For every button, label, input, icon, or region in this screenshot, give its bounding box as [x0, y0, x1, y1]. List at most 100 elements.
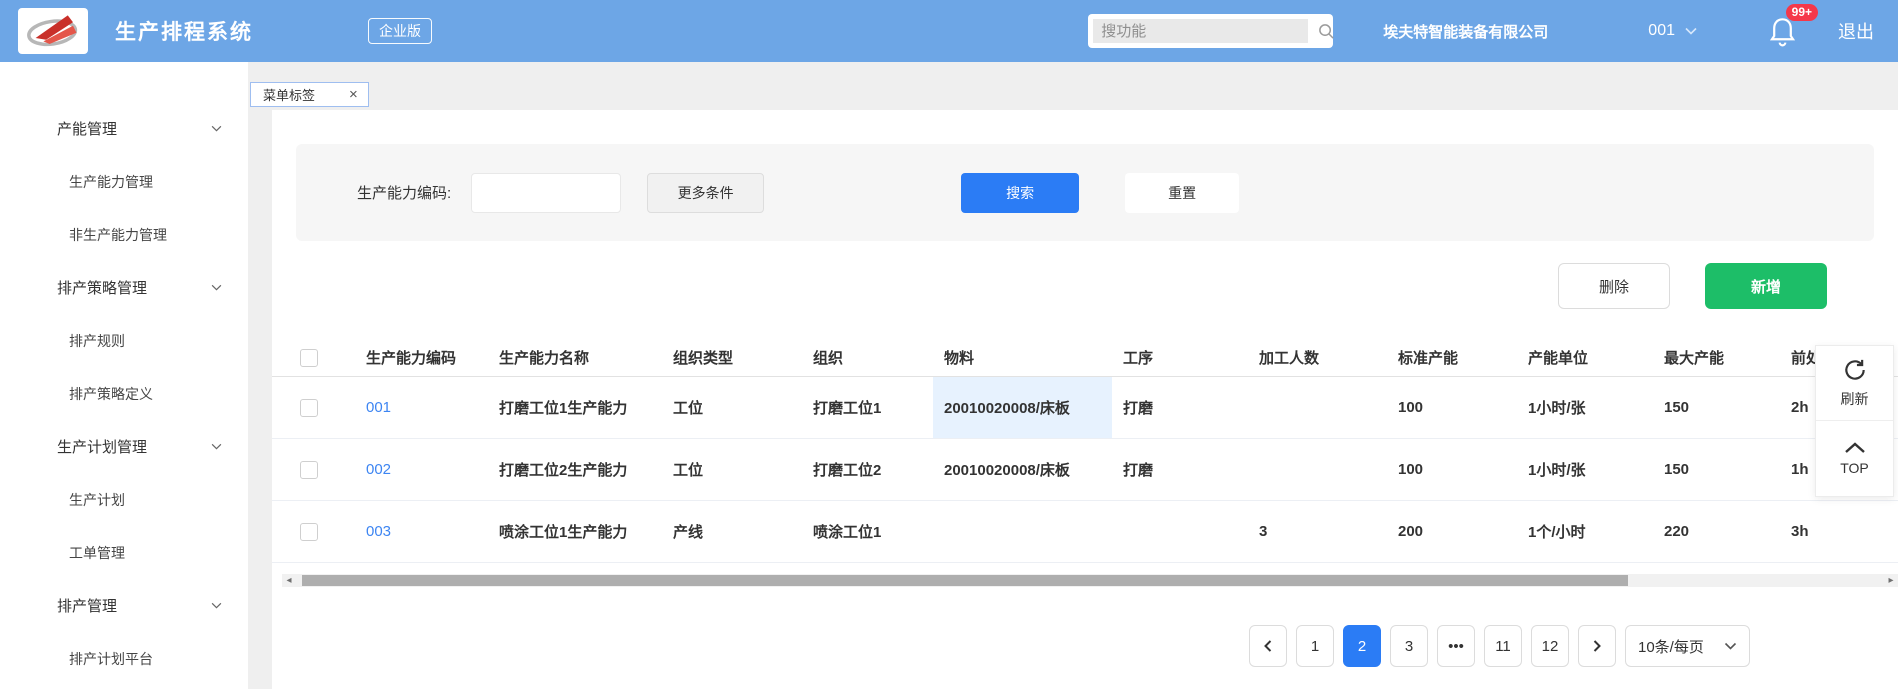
sidebar-item-scheduling-rules[interactable]: 排产规则	[0, 314, 248, 367]
scroll-right-icon[interactable]: ▸	[1884, 574, 1898, 587]
pagination: 1 2 3 ••• 11 12 10条/每页	[272, 625, 1898, 667]
org-switcher[interactable]: 001	[1648, 22, 1697, 40]
sidebar-item-label: 生产能力管理	[69, 172, 153, 192]
chevron-down-icon	[1685, 27, 1697, 35]
chevron-left-icon	[1262, 639, 1274, 653]
refresh-button[interactable]: 刷新	[1816, 346, 1893, 421]
col-max-capacity: 最大产能	[1653, 339, 1780, 377]
sidebar-item-work-order[interactable]: 工单管理	[0, 526, 248, 579]
sidebar-item-label: 排产策略定义	[69, 384, 153, 404]
cell-capacity-unit: 1小时/张	[1517, 439, 1653, 501]
table-row: 001 打磨工位1生产能力 工位 打磨工位1 20010020008/床板 打磨…	[272, 377, 1898, 439]
sidebar-item-production-capacity[interactable]: 生产能力管理	[0, 155, 248, 208]
col-capacity-name: 生产能力名称	[488, 339, 662, 377]
page-size-select[interactable]: 10条/每页	[1625, 625, 1750, 667]
page-ellipsis-button[interactable]: •••	[1437, 625, 1475, 667]
function-search-input[interactable]	[1093, 19, 1308, 43]
col-material: 物料	[933, 339, 1112, 377]
sidebar-group-label: 排产管理	[57, 595, 117, 616]
tab-bar: 菜单标签 ×	[248, 62, 1898, 110]
tab-label: 菜单标签	[263, 85, 315, 104]
page-button-12[interactable]: 12	[1531, 625, 1569, 667]
horizontal-scrollbar[interactable]: ◂ ▸	[282, 574, 1898, 587]
edition-badge: 企业版	[368, 18, 432, 44]
chevron-down-icon	[1724, 642, 1737, 650]
capacity-code-input[interactable]	[471, 173, 621, 213]
cell-org-type: 产线	[662, 501, 802, 563]
sidebar-group-label: 生产计划管理	[57, 436, 147, 457]
capacity-code-link[interactable]: 001	[366, 399, 391, 416]
page-size-value: 10条/每页	[1638, 636, 1704, 657]
app-window: 生产排程系统 企业版 埃夫特智能装备有限公司 001	[0, 0, 1898, 689]
chevron-down-icon	[211, 602, 222, 609]
col-standard-capacity: 标准产能	[1387, 339, 1517, 377]
table-row: 003 喷涂工位1生产能力 产线 喷涂工位1 3 200 1个/小时 220 3…	[272, 501, 1898, 563]
col-capacity-code: 生产能力编码	[355, 339, 488, 377]
sidebar-item-label: 排产规则	[69, 331, 125, 351]
sidebar-item-production-plan[interactable]: 生产计划	[0, 473, 248, 526]
capacity-code-link[interactable]: 003	[366, 523, 391, 540]
cell-process: 打磨	[1112, 439, 1248, 501]
logo-wing-icon	[22, 11, 84, 51]
capacity-code-label: 生产能力编码:	[357, 182, 451, 203]
chevron-right-icon	[1591, 639, 1603, 653]
next-page-button[interactable]	[1578, 625, 1616, 667]
cell-capacity-name: 打磨工位2生产能力	[488, 439, 662, 501]
sidebar-group-strategy[interactable]: 排产策略管理	[0, 261, 248, 314]
prev-page-button[interactable]	[1249, 625, 1287, 667]
function-search-box[interactable]	[1088, 14, 1333, 48]
sidebar-nav: 产能管理 生产能力管理 非生产能力管理 排产策略管理 排产规则 排产策略定义 生…	[0, 62, 248, 689]
sidebar-group-production-plan[interactable]: 生产计划管理	[0, 420, 248, 473]
sidebar-item-scheduling-platform[interactable]: 排产计划平台	[0, 632, 248, 685]
cell-standard-capacity: 100	[1387, 377, 1517, 439]
sidebar-group-scheduling[interactable]: 排产管理	[0, 579, 248, 632]
capacity-code-link[interactable]: 002	[366, 461, 391, 478]
cell-max-capacity: 150	[1653, 439, 1780, 501]
reset-button[interactable]: 重置	[1125, 173, 1239, 213]
cell-capacity-name: 打磨工位1生产能力	[488, 377, 662, 439]
sidebar-group-label: 产能管理	[57, 118, 117, 139]
search-button[interactable]: 搜索	[961, 173, 1079, 213]
col-process: 工序	[1112, 339, 1248, 377]
scrollbar-thumb[interactable]	[302, 575, 1628, 586]
page-button-1[interactable]: 1	[1296, 625, 1334, 667]
company-logo	[18, 8, 88, 54]
more-conditions-button[interactable]: 更多条件	[647, 173, 764, 213]
sidebar-group-capacity[interactable]: 产能管理	[0, 102, 248, 155]
select-all-checkbox[interactable]	[300, 349, 318, 367]
delete-button[interactable]: 删除	[1558, 263, 1670, 309]
cell-standard-capacity: 200	[1387, 501, 1517, 563]
row-checkbox[interactable]	[300, 461, 318, 479]
notification-bell[interactable]: 99+	[1769, 16, 1796, 47]
cell-process: 打磨	[1112, 377, 1248, 439]
row-checkbox[interactable]	[300, 523, 318, 541]
cell-material: 20010020008/床板	[933, 439, 1112, 501]
cell-org: 喷涂工位1	[802, 501, 933, 563]
cell-capacity-unit: 1小时/张	[1517, 377, 1653, 439]
scroll-left-icon[interactable]: ◂	[282, 574, 296, 587]
tab-menu-label[interactable]: 菜单标签 ×	[250, 82, 369, 107]
cell-org: 打磨工位1	[802, 377, 933, 439]
page-button-11[interactable]: 11	[1484, 625, 1522, 667]
logout-button[interactable]: 退出	[1838, 18, 1874, 44]
close-icon[interactable]: ×	[349, 87, 358, 102]
sidebar-item-label: 排产计划平台	[69, 649, 153, 669]
cell-max-capacity: 150	[1653, 377, 1780, 439]
cell-capacity-name: 喷涂工位1生产能力	[488, 501, 662, 563]
company-name: 埃夫特智能装备有限公司	[1383, 21, 1548, 42]
search-icon[interactable]	[1318, 23, 1335, 40]
capacity-table: 生产能力编码 生产能力名称 组织类型 组织 物料 工序 加工人数 标准产能 产能…	[272, 339, 1898, 563]
filter-panel: 生产能力编码: 更多条件 搜索 重置	[296, 144, 1874, 241]
page-button-3[interactable]: 3	[1390, 625, 1428, 667]
cell-org: 打磨工位2	[802, 439, 933, 501]
add-button[interactable]: 新增	[1705, 263, 1827, 309]
page-button-2-active[interactable]: 2	[1343, 625, 1381, 667]
main-area: 菜单标签 × 生产能力编码: 更多条件 搜索 重置 删除 新增	[248, 62, 1898, 689]
back-to-top-button[interactable]: TOP	[1816, 421, 1893, 496]
cell-workers	[1248, 439, 1387, 501]
sidebar-item-nonproduction-capacity[interactable]: 非生产能力管理	[0, 208, 248, 261]
sidebar-item-strategy-definition[interactable]: 排产策略定义	[0, 367, 248, 420]
row-checkbox[interactable]	[300, 399, 318, 417]
cell-org-type: 工位	[662, 377, 802, 439]
cell-capacity-unit: 1个/小时	[1517, 501, 1653, 563]
